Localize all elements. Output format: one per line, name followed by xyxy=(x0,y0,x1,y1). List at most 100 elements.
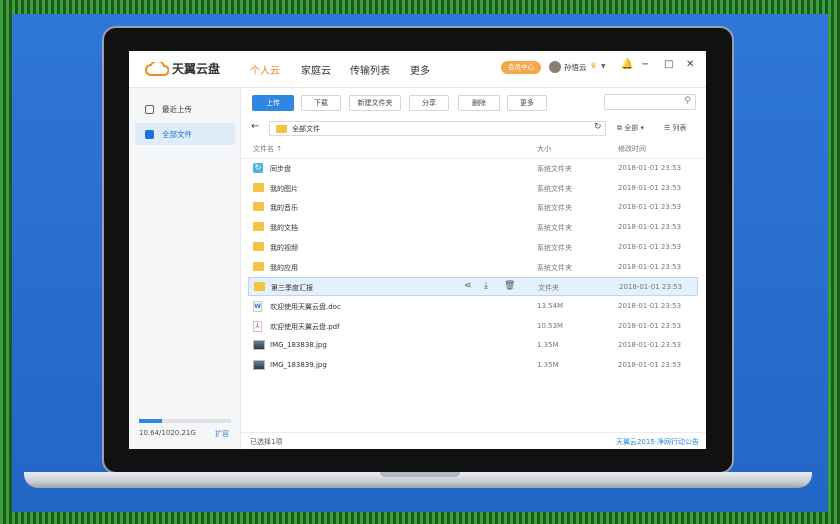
app-logo: 天翼云盘 xyxy=(145,60,220,77)
download-button[interactable]: 下载 xyxy=(301,95,341,111)
breadcrumb-label: 全部文件 xyxy=(292,124,320,133)
file-modified: 2018-01-01 23:53 xyxy=(618,262,682,271)
cloud-logo-icon xyxy=(145,61,169,76)
refresh-icon[interactable]: ↻ xyxy=(594,122,602,132)
file-name: 同步盘 xyxy=(270,165,291,173)
file-size: 文件夹 xyxy=(538,284,559,293)
view-mode-toggle[interactable]: ☰ 列表 xyxy=(664,123,687,133)
select-all-label: 全部 xyxy=(624,124,639,132)
status-bar: 已选择1项 天翼云2015·净网行动公告 xyxy=(241,432,706,449)
close-icon[interactable]: ✕ xyxy=(686,59,694,70)
file-modified: 2018-01-01 23:53 xyxy=(618,361,682,369)
file-modified: 2018-01-01 23:53 xyxy=(618,164,682,172)
chevron-down-icon[interactable]: ▼ xyxy=(601,63,606,70)
storage-bar xyxy=(139,419,231,423)
more-button[interactable]: 更多 xyxy=(507,95,547,111)
file-size: 系统文件夹 xyxy=(537,243,572,252)
file-name: 我的图片 xyxy=(270,184,298,193)
column-name-label: 文件名 xyxy=(253,145,274,153)
table-row[interactable]: 我的应用 系统文件夹 2018-01-01 23:53 xyxy=(248,258,698,277)
expand-storage-link[interactable]: 扩容 xyxy=(215,429,229,439)
table-row[interactable]: 我的图片 系统文件夹 2018-01-01 23:53 xyxy=(248,179,698,198)
title-bar: 天翼云盘 个人云 家庭云 传输列表 更多 会员中心 孙悟云 ♛ ▼ 🔔 − □ … xyxy=(129,51,706,88)
delete-icon[interactable]: 🗑 xyxy=(504,281,515,291)
file-name: 欢迎使用天翼云盘.doc xyxy=(270,302,341,311)
announcement-link[interactable]: 天翼云2015·净网行动公告 xyxy=(616,437,699,447)
sidebar-item-all-files[interactable]: 全部文件 xyxy=(135,123,235,145)
file-size: 系统文件夹 xyxy=(537,204,572,213)
folder-icon xyxy=(254,282,265,292)
share-button[interactable]: 分享 xyxy=(409,95,449,111)
table-row[interactable]: IMG_183838.jpg 1.35M 2018-01-01 23:53 xyxy=(248,336,698,355)
file-modified: 2018-01-01 23:53 xyxy=(618,242,682,251)
laptop-notch xyxy=(380,472,460,477)
upload-button[interactable]: 上传 xyxy=(252,95,294,111)
storage-text: 10.64/1020.21G xyxy=(139,429,196,437)
column-modified[interactable]: 修改时间 xyxy=(618,144,646,154)
maximize-icon[interactable]: □ xyxy=(664,59,673,70)
path-bar: ← 全部文件 ↻ ⧉ 全部 ▾ ☰ 列表 xyxy=(241,118,706,138)
sidebar-item-recent-upload[interactable]: 最近上传 xyxy=(135,98,235,120)
nav-transfer-list[interactable]: 传输列表 xyxy=(350,62,390,77)
folder-icon xyxy=(253,241,264,251)
file-modified: 2018-01-01 23:53 xyxy=(619,283,683,292)
app-window: 天翼云盘 个人云 家庭云 传输列表 更多 会员中心 孙悟云 ♛ ▼ 🔔 − □ … xyxy=(129,51,706,449)
crown-icon: ♛ xyxy=(590,61,598,70)
nav-personal-cloud[interactable]: 个人云 xyxy=(250,62,280,77)
table-row[interactable]: 第三季度汇报 文件夹 2018-01-01 23:53 ⋖ ⤓ 🗑 xyxy=(248,277,698,297)
image-thumbnail-icon xyxy=(253,340,265,351)
image-thumbnail-icon xyxy=(253,360,265,370)
download-icon[interactable]: ⤓ xyxy=(484,281,488,291)
select-all-dropdown[interactable]: ⧉ 全部 ▾ xyxy=(617,123,644,133)
table-row[interactable]: W 欢迎使用天翼云盘.doc 13.54M 2018-01-01 23:53 xyxy=(248,297,698,316)
avatar[interactable] xyxy=(549,61,561,73)
table-row[interactable]: ⅄ 欢迎使用天翼云盘.pdf 10.53M 2018-01-01 23:53 xyxy=(248,317,698,336)
back-arrow-icon[interactable]: ← xyxy=(251,121,259,132)
search-icon[interactable]: ⚲ xyxy=(684,96,691,106)
file-name: IMG_183839.jpg xyxy=(270,361,327,369)
table-row[interactable]: 我的文档 系统文件夹 2018-01-01 23:53 xyxy=(248,218,698,237)
pdf-icon: ⅄ xyxy=(253,320,262,332)
table-row[interactable]: ↻ 同步盘 系统文件夹 2018-01-01 23:53 xyxy=(248,159,698,178)
all-files-icon xyxy=(145,129,154,139)
column-name[interactable]: 文件名 ↑ xyxy=(253,144,282,154)
bell-icon[interactable]: 🔔 xyxy=(621,59,633,70)
share-icon[interactable]: ⋖ xyxy=(464,281,472,291)
file-modified: 2018-01-01 23:53 xyxy=(618,223,682,232)
column-size[interactable]: 大小 xyxy=(537,144,551,154)
search-input[interactable]: ⚲ xyxy=(604,94,696,110)
file-size: 系统文件夹 xyxy=(537,263,572,272)
file-name: 我的视频 xyxy=(270,243,298,252)
nav-family-cloud[interactable]: 家庭云 xyxy=(301,62,331,77)
file-modified: 2018-01-01 23:53 xyxy=(618,203,682,212)
recent-upload-icon xyxy=(145,104,154,114)
file-name: 我的应用 xyxy=(270,263,298,272)
file-name: IMG_183838.jpg xyxy=(270,341,327,350)
file-size: 系统文件夹 xyxy=(537,224,572,233)
word-doc-icon: W xyxy=(253,300,262,312)
breadcrumb[interactable]: 全部文件 xyxy=(269,121,606,136)
folder-icon xyxy=(253,261,264,271)
sidebar: 最近上传 全部文件 xyxy=(129,88,241,449)
toolbar: 上传 下载 新建文件夹 分享 删除 更多 ⚲ xyxy=(241,88,706,118)
sidebar-item-label: 全部文件 xyxy=(162,129,192,139)
file-modified: 2018-01-01 23:53 xyxy=(618,301,682,310)
new-folder-button[interactable]: 新建文件夹 xyxy=(349,95,401,111)
table-row[interactable]: IMG_183839.jpg 1.35M 2018-01-01 23:53 xyxy=(248,356,698,375)
view-mode-label: 列表 xyxy=(672,124,687,132)
storage-fill xyxy=(139,419,162,423)
file-name: 欢迎使用天翼云盘.pdf xyxy=(270,322,340,331)
sidebar-item-label: 最近上传 xyxy=(162,104,192,114)
app-logo-text: 天翼云盘 xyxy=(172,62,221,76)
table-row[interactable]: 我的音乐 系统文件夹 2018-01-01 23:53 xyxy=(248,198,698,217)
file-size: 系统文件夹 xyxy=(537,184,572,193)
delete-button[interactable]: 删除 xyxy=(458,95,500,111)
table-header: 文件名 ↑ 大小 修改时间 xyxy=(241,139,706,159)
nav-more[interactable]: 更多 xyxy=(410,62,430,77)
file-size: 1.35M xyxy=(537,361,559,369)
folder-icon xyxy=(253,222,264,232)
username[interactable]: 孙悟云 xyxy=(564,62,587,73)
table-row[interactable]: 我的视频 系统文件夹 2018-01-01 23:53 xyxy=(248,238,698,257)
minimize-icon[interactable]: − xyxy=(641,59,649,70)
member-center-button[interactable]: 会员中心 xyxy=(501,61,541,74)
